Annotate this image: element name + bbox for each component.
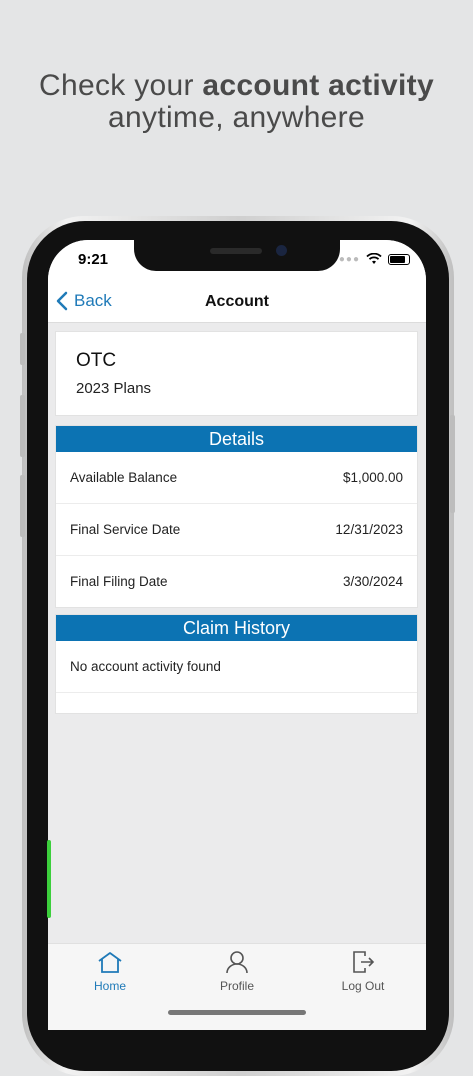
page-title: Account <box>205 293 269 310</box>
tab-logout-label: Log Out <box>341 979 385 993</box>
promo-line-1-prefix: Check your <box>39 69 203 102</box>
promo-line-1-bold: account activity <box>202 69 434 102</box>
volume-down-button <box>20 475 25 537</box>
plan-card: OTC 2023 Plans <box>56 332 417 415</box>
details-card: Details Available Balance $1,000.00 Fina… <box>56 426 417 607</box>
status-time: 9:21 <box>78 251 109 268</box>
volume-up-button <box>20 395 25 457</box>
wifi-icon <box>366 253 382 264</box>
claims-header: Claim History <box>56 615 417 641</box>
mute-switch <box>20 333 25 365</box>
tab-profile-label: Profile <box>219 979 254 993</box>
logout-icon <box>353 951 375 973</box>
nav-bar: Back Account <box>48 284 426 323</box>
detail-label: Available Balance <box>70 470 178 485</box>
tab-logout[interactable]: Log Out <box>313 950 413 993</box>
promo-headline: Check your account activity anytime, any… <box>0 70 473 134</box>
detail-row: Final Service Date 12/31/2023 <box>56 504 417 556</box>
phone-screen: 9:21 ●●●● Back Account OTC 2023 Plans De… <box>48 240 426 1030</box>
detail-row: Available Balance $1,000.00 <box>56 452 417 504</box>
detail-value: 3/30/2024 <box>342 574 403 589</box>
plan-name: OTC <box>76 350 117 371</box>
detail-value: $1,000.00 <box>342 470 403 485</box>
claims-empty-message: No account activity found <box>70 659 221 674</box>
home-indicator <box>168 1010 306 1015</box>
notch <box>134 240 340 271</box>
edge-glow <box>47 840 51 918</box>
power-button <box>450 415 455 513</box>
claims-empty-row: No account activity found <box>56 641 417 693</box>
details-header: Details <box>56 426 417 452</box>
promo-line-2: anytime, anywhere <box>108 101 365 134</box>
tab-bar: Home Profile Log Out <box>48 943 426 1030</box>
status-icons: ●●●● <box>332 253 410 265</box>
profile-icon <box>226 951 248 974</box>
detail-row: Final Filing Date 3/30/2024 <box>56 556 417 607</box>
tab-profile[interactable]: Profile <box>187 950 287 993</box>
claims-card: Claim History No account activity found <box>56 615 417 713</box>
tab-home[interactable]: Home <box>60 950 160 993</box>
home-icon <box>98 952 122 973</box>
promo-line-1: Check your account activity <box>0 70 473 102</box>
detail-label: Final Filing Date <box>70 574 168 589</box>
plan-subtitle: 2023 Plans <box>76 380 152 397</box>
front-camera <box>276 245 287 256</box>
detail-label: Final Service Date <box>70 522 181 537</box>
battery-icon <box>388 253 410 265</box>
tab-home-label: Home <box>93 979 126 993</box>
detail-value: 12/31/2023 <box>335 522 403 537</box>
claims-spacer <box>56 693 417 713</box>
speaker <box>210 248 262 254</box>
